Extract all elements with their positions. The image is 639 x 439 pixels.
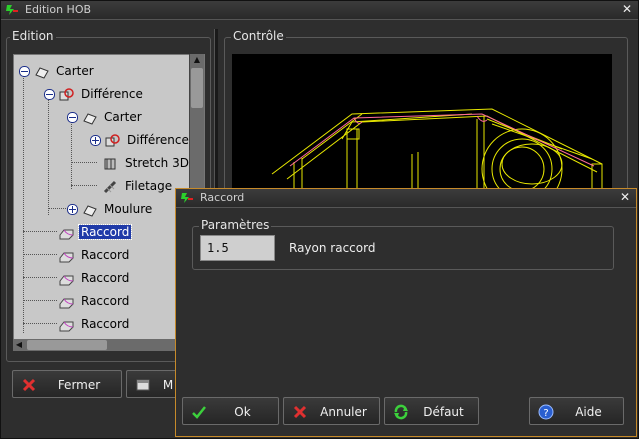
cad-wireframe <box>271 108 603 194</box>
difference-icon <box>59 87 74 100</box>
scroll-thumb[interactable] <box>191 68 203 108</box>
tree-item-moulure[interactable]: Moulure <box>67 199 154 219</box>
close-icon[interactable]: ✕ <box>618 190 632 204</box>
aide-button[interactable]: ? Aide <box>529 397 624 425</box>
tree-item-raccord[interactable]: Raccord <box>59 268 131 288</box>
dialog-title: Raccord <box>200 191 245 204</box>
part-icon <box>35 66 49 79</box>
scroll-thumb[interactable] <box>27 340 107 350</box>
tree-item-raccord-selected[interactable]: Raccord <box>59 222 133 242</box>
window-title: Edition HOB <box>25 3 92 16</box>
tree-item-difference-2[interactable]: Différence <box>90 130 191 150</box>
expand-icon[interactable] <box>90 135 101 146</box>
tree-item-filetage[interactable]: Filetage <box>103 176 174 196</box>
close-icon[interactable]: ✕ <box>620 2 634 16</box>
fillet-icon <box>59 252 74 262</box>
tree-item-raccord[interactable]: Raccord <box>59 245 131 265</box>
scroll-left-icon[interactable]: ◀ <box>13 339 25 351</box>
tree-item-carter[interactable]: Carter <box>67 107 144 127</box>
reset-icon <box>394 404 408 420</box>
ok-button[interactable]: Ok <box>182 397 279 425</box>
thread-icon <box>103 180 117 193</box>
checkmark-icon <box>192 406 206 419</box>
cancel-x-icon <box>293 405 307 419</box>
defaut-button[interactable]: Défaut <box>384 397 479 425</box>
rayon-raccord-label: Rayon raccord <box>289 241 376 255</box>
part-icon <box>83 204 97 217</box>
tree-item-carter-root[interactable]: Carter <box>19 61 96 81</box>
difference-icon <box>105 133 120 146</box>
rayon-raccord-input[interactable]: 1.5 <box>200 235 275 261</box>
svg-text:?: ? <box>543 408 548 419</box>
tree-horizontal-scrollbar[interactable]: ◀ <box>13 339 191 351</box>
fillet-icon <box>59 321 74 331</box>
tree-item-raccord[interactable]: Raccord <box>59 314 131 334</box>
stretch-icon <box>104 158 116 169</box>
expand-icon[interactable] <box>67 204 78 215</box>
scroll-up-icon[interactable]: ▲ <box>191 54 203 66</box>
tree-item-raccord[interactable]: Raccord <box>59 291 131 311</box>
collapse-icon[interactable] <box>67 112 78 123</box>
app-icon <box>181 193 193 203</box>
main-titlebar[interactable]: Edition HOB ✕ <box>1 1 638 20</box>
app-icon <box>6 5 18 15</box>
fillet-icon <box>59 229 74 239</box>
cad-viewport[interactable] <box>232 54 612 194</box>
help-icon: ? <box>538 404 554 420</box>
part-icon <box>83 112 97 125</box>
fillet-icon <box>59 298 74 308</box>
annuler-button[interactable]: Annuler <box>283 397 380 425</box>
tree-item-difference[interactable]: Différence <box>44 84 145 104</box>
tree-item-stretch-3d[interactable]: Stretch 3D <box>103 153 191 173</box>
collapse-icon[interactable] <box>19 66 30 77</box>
window-icon <box>136 379 150 391</box>
fillet-icon <box>59 275 74 285</box>
collapse-icon[interactable] <box>44 89 55 100</box>
edition-group-label: Edition <box>10 29 56 43</box>
dialog-titlebar[interactable]: Raccord ✕ <box>176 189 636 208</box>
close-x-icon <box>22 378 36 392</box>
fermer-button[interactable]: Fermer <box>12 370 122 398</box>
controle-group-label: Contrôle <box>231 29 286 43</box>
parametres-group-label: Paramètres <box>199 218 272 232</box>
